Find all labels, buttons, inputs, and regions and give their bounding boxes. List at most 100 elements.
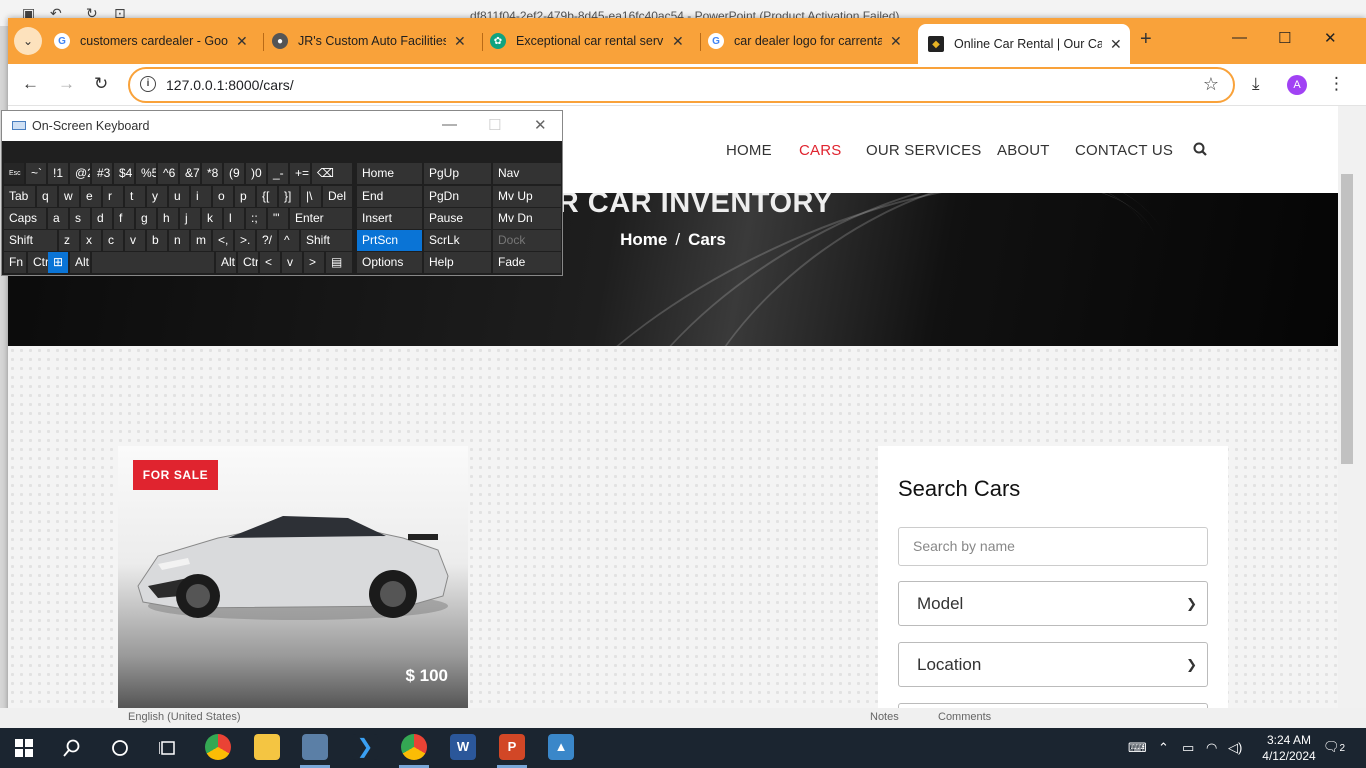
status-language[interactable]: English (United States) (128, 711, 241, 723)
start-windows-icon[interactable] (10, 734, 38, 762)
key-ctrl-left[interactable]: Ctrl (28, 252, 48, 273)
key-insert[interactable]: Insert (357, 208, 422, 229)
key-shift-right[interactable]: Shift (301, 230, 352, 251)
tab-search-button[interactable]: ⌄ (14, 27, 42, 55)
key-2[interactable]: @2 (70, 163, 90, 184)
key-j[interactable]: j (180, 208, 200, 229)
powerpoint-icon[interactable]: P (499, 734, 525, 760)
key-esc[interactable]: Esc (4, 163, 24, 184)
key-i[interactable]: i (191, 186, 211, 207)
nav-home[interactable]: HOME (726, 142, 772, 159)
tab-exceptional-car-rental[interactable]: ✿ Exceptional car rental servic ✕ (490, 26, 695, 56)
key-w[interactable]: w (59, 186, 79, 207)
key-t[interactable]: t (125, 186, 145, 207)
key-prtscn[interactable]: PrtScn (357, 230, 422, 251)
windows-icon[interactable]: ⊞ (48, 252, 68, 273)
key-h[interactable]: h (158, 208, 178, 229)
nav-about[interactable]: ABOUT (997, 142, 1050, 159)
down-arrow-icon[interactable]: v (282, 252, 302, 273)
key-minus[interactable]: _- (268, 163, 288, 184)
profile-avatar[interactable]: A (1287, 75, 1307, 95)
key-r[interactable]: r (103, 186, 123, 207)
tab-jrs-custom-auto[interactable]: ● JR's Custom Auto Facilities ✕ (272, 26, 477, 56)
key-e[interactable]: e (81, 186, 101, 207)
key-a[interactable]: a (48, 208, 68, 229)
key-z[interactable]: z (59, 230, 79, 251)
key-d[interactable]: d (92, 208, 112, 229)
nav-cars[interactable]: CARS (799, 142, 841, 159)
key-scrlk[interactable]: ScrLk (424, 230, 491, 251)
osk-app-icon[interactable] (302, 734, 328, 760)
key-mv-up[interactable]: Mv Up (493, 186, 561, 207)
key-f[interactable]: f (114, 208, 134, 229)
minimize-button[interactable]: — (1232, 29, 1247, 46)
key-equals[interactable]: += (290, 163, 310, 184)
menu-kebab-icon[interactable]: ⋮ (1328, 74, 1345, 94)
key-pgdn[interactable]: PgDn (424, 186, 491, 207)
task-view-icon[interactable] (154, 734, 182, 762)
osk-close-button[interactable]: ✕ (534, 116, 547, 134)
page-scrollbar[interactable] (1338, 106, 1366, 720)
key-k[interactable]: k (202, 208, 222, 229)
download-icon[interactable]: ⤓ (1252, 74, 1260, 94)
search-icon[interactable] (1193, 142, 1207, 156)
chrome-icon[interactable] (205, 734, 231, 760)
key-fn[interactable]: Fn (4, 252, 26, 273)
status-notes[interactable]: Notes (870, 711, 899, 723)
key-mv-dn[interactable]: Mv Dn (493, 208, 561, 229)
key-period[interactable]: >. (235, 230, 255, 251)
key-space[interactable] (92, 252, 214, 273)
key-m[interactable]: m (191, 230, 211, 251)
key-0[interactable]: )0 (246, 163, 266, 184)
scrollbar-thumb[interactable] (1341, 174, 1353, 464)
close-tab-icon[interactable]: ✕ (890, 33, 902, 50)
tab-customers-cardealer[interactable]: G customers cardealer - Goog ✕ (54, 26, 259, 56)
key-5[interactable]: %5 (136, 163, 156, 184)
cortana-icon[interactable] (106, 734, 134, 762)
photos-icon[interactable]: ▲ (548, 734, 574, 760)
file-explorer-icon[interactable] (254, 734, 280, 760)
key-del[interactable]: Del (323, 186, 352, 207)
model-select[interactable]: Model ❯ (898, 581, 1208, 626)
search-icon[interactable] (58, 734, 86, 762)
key-shift-left[interactable]: Shift (4, 230, 57, 251)
key-backspace-icon[interactable]: ⌫ (312, 163, 352, 184)
key-y[interactable]: y (147, 186, 167, 207)
nav-contact-us[interactable]: CONTACT US (1075, 142, 1173, 159)
search-name-input[interactable]: Search by name (898, 527, 1208, 566)
close-tab-icon[interactable]: ✕ (1110, 36, 1122, 53)
osk-minimize-button[interactable]: — (442, 116, 457, 133)
key-open-bracket[interactable]: {[ (257, 186, 277, 207)
key-nav[interactable]: Nav (493, 163, 561, 184)
key-alt-right[interactable]: Alt (216, 252, 236, 273)
key-alt-left[interactable]: Alt (70, 252, 90, 273)
volume-icon[interactable]: ◁) (1228, 740, 1242, 756)
key-caps[interactable]: Caps (4, 208, 46, 229)
wifi-icon[interactable]: ◠ (1206, 740, 1217, 756)
key-n[interactable]: n (169, 230, 189, 251)
chrome-profile-icon[interactable] (401, 734, 427, 760)
key-9[interactable]: (9 (224, 163, 244, 184)
maximize-button[interactable]: ☐ (1278, 29, 1291, 47)
location-select[interactable]: Location ❯ (898, 642, 1208, 687)
site-info-icon[interactable]: i (140, 76, 156, 92)
left-arrow-icon[interactable]: < (260, 252, 280, 273)
battery-icon[interactable]: ▭ (1182, 740, 1194, 756)
close-tab-icon[interactable]: ✕ (672, 33, 684, 50)
key-7[interactable]: &7 (180, 163, 200, 184)
key-slash[interactable]: ?/ (257, 230, 277, 251)
key-g[interactable]: g (136, 208, 156, 229)
tab-online-car-rental[interactable]: ◆ Online Car Rental | Our Cars ✕ (918, 24, 1130, 64)
url-text[interactable]: 127.0.0.1:8000/cars/ (166, 77, 294, 93)
word-icon[interactable]: W (450, 734, 476, 760)
key-quote[interactable]: "' (268, 208, 288, 229)
right-arrow-icon[interactable]: > (304, 252, 324, 273)
key-4[interactable]: $4 (114, 163, 134, 184)
new-tab-button[interactable]: + (1140, 28, 1152, 51)
up-arrow-icon[interactable]: ^ (279, 230, 299, 251)
key-home[interactable]: Home (357, 163, 422, 184)
menu-key-icon[interactable]: ▤ (326, 252, 352, 273)
key-l[interactable]: l (224, 208, 244, 229)
key-end[interactable]: End (357, 186, 422, 207)
key-close-bracket[interactable]: }] (279, 186, 299, 207)
